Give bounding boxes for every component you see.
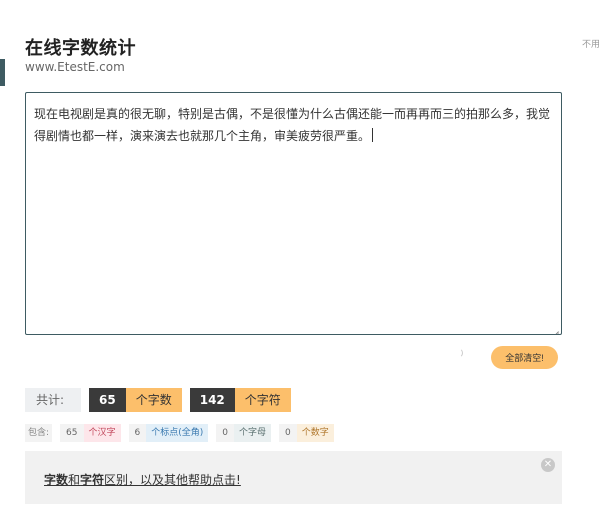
digit-count-label: 个数字 — [296, 424, 334, 442]
hanzi-count-label: 个汉字 — [83, 424, 121, 442]
help-link-words: 字数 — [44, 473, 69, 487]
digit-count-value: 0 — [285, 428, 291, 438]
text-caret — [372, 128, 374, 142]
punct-count-chip: 6 个标点(全角) — [128, 424, 209, 442]
digit-count-chip: 0 个数字 — [279, 424, 334, 442]
letter-count-value: 0 — [222, 428, 229, 438]
help-link-chars: 字符 — [80, 473, 105, 487]
breakdown-label: 包含: — [25, 424, 53, 442]
word-count-unit: 个字数 — [125, 388, 182, 412]
help-link-rest: 区别，以及其他帮助点击! — [104, 473, 241, 487]
site-url[interactable]: www.EtestE.com — [25, 60, 125, 74]
word-count-badge: 65 个字数 — [89, 388, 182, 412]
punct-count-label: 个标点(全角) — [146, 424, 209, 442]
clear-all-button[interactable]: 全部清空! — [491, 346, 558, 369]
left-accent-bar — [0, 59, 5, 86]
top-right-note: 不用 — [581, 40, 600, 50]
letter-count-chip: 0 个字母 — [216, 424, 272, 442]
help-link-and: 和 — [68, 473, 81, 487]
hanzi-count-value: 65 — [66, 428, 78, 438]
summary-row: 共计: 65 个字数 142 个字符 — [25, 388, 291, 412]
help-link[interactable]: 字数和字符区别，以及其他帮助点击! — [44, 471, 241, 488]
page-title: 在线字数统计 — [25, 38, 136, 59]
breakdown-row: 包含: 65 个汉字 6 个标点(全角) 0 个字母 0 个数字 — [25, 424, 334, 442]
char-count-badge: 142 个字符 — [189, 388, 291, 412]
close-icon[interactable]: ✕ — [541, 458, 555, 472]
punct-count-value: 6 — [134, 428, 141, 438]
help-box: 字数和字符区别，以及其他帮助点击! ✕ — [25, 451, 562, 504]
char-count-value: 142 — [189, 388, 235, 412]
char-count-unit: 个字符 — [234, 388, 291, 412]
resize-grip-icon[interactable] — [551, 324, 559, 332]
hanzi-count-chip: 65 个汉字 — [60, 424, 121, 442]
letter-count-label: 个字母 — [234, 424, 272, 442]
text-input-area[interactable]: 现在电视剧是真的很无聊，特别是古偶，不是很懂为什么古偶还能一而再再而三的拍那么多… — [25, 92, 562, 335]
loading-spinner-icon — [453, 348, 463, 358]
word-count-value: 65 — [89, 388, 126, 412]
total-label: 共计: — [25, 388, 81, 412]
editor-text: 现在电视剧是真的很无聊，特别是古偶，不是很懂为什么古偶还能一而再再而三的拍那么多… — [34, 107, 551, 143]
